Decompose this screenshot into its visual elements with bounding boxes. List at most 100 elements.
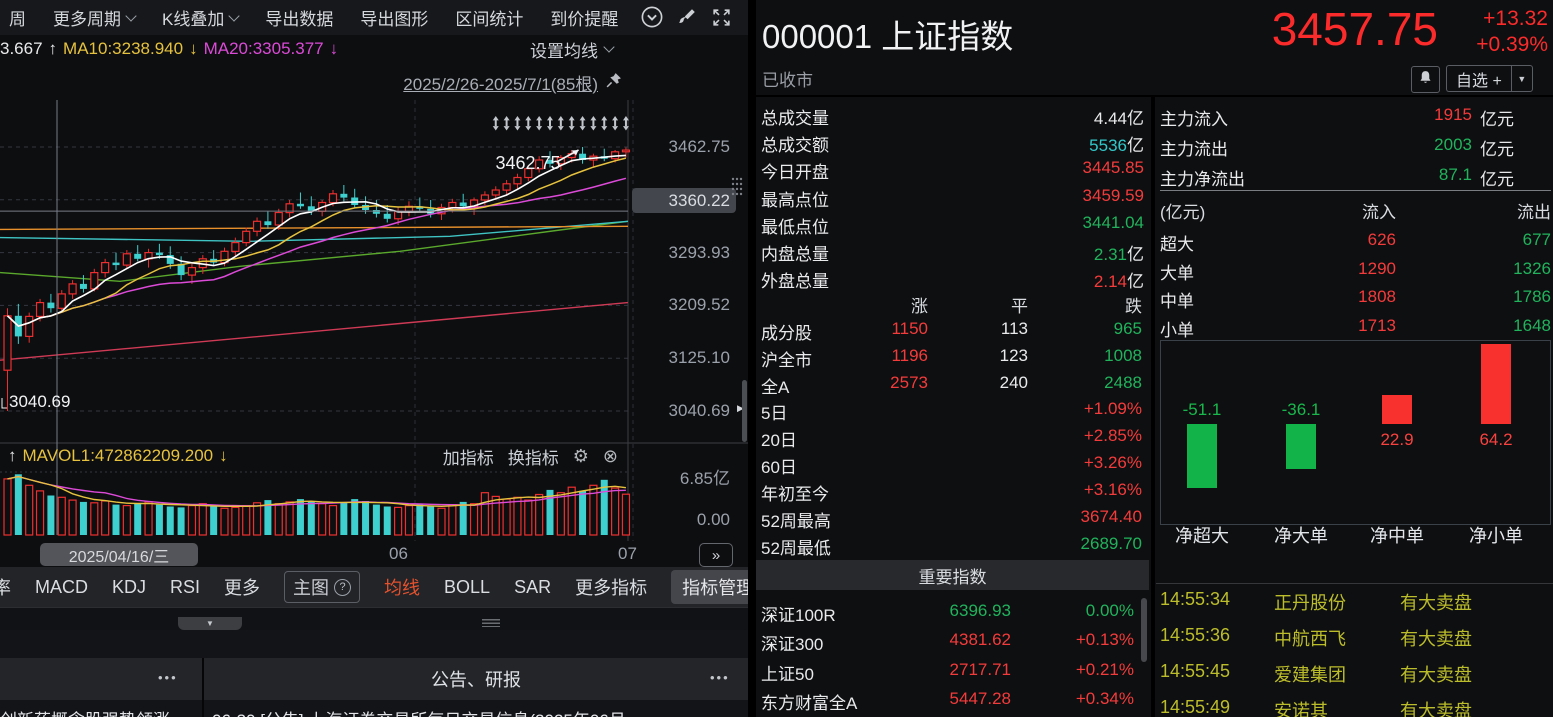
updown-up-count: 2573 (828, 373, 928, 393)
stat-label: 内盘总量 (761, 240, 829, 265)
tab-label: SAR (514, 577, 551, 597)
perf-label: 20日 (761, 426, 797, 451)
ticker-stock-name: 中航西飞 (1274, 625, 1346, 651)
toolbar-item-5[interactable]: 区间统计 (455, 5, 523, 30)
tab-KDJ[interactable]: KDJ (112, 577, 146, 598)
volume-header-row: ↑ MAVOL1:472862209.200 ↓ (0, 443, 748, 469)
net-bar-value: 22.9 (1362, 430, 1432, 450)
updown-header: 平 (928, 292, 1028, 317)
date-range-row: 2025/2/26-2025/7/1(85根) (330, 70, 622, 95)
indices-scrollbar-thumb[interactable] (1141, 598, 1147, 662)
tab-label: 更多指标 (575, 578, 647, 598)
flowtable-in-value: 1290 (1296, 259, 1396, 279)
tab-label: MACD (35, 577, 88, 597)
ma10-value: MA10:3238.940 (63, 39, 183, 59)
expand-icon[interactable] (711, 7, 732, 33)
flow-value: 1915 (1372, 105, 1472, 125)
add-watchlist-button[interactable]: 自选 + (1446, 65, 1511, 92)
ticker-time: 14:55:34 (1160, 589, 1230, 610)
chart-section: 周更多周期K线叠加导出数据导出图形区间统计到价提醒 3.667 ↑ MA10:3… (0, 0, 748, 717)
svg-text:3462.75: 3462.75 (495, 153, 560, 173)
toolbar-icons (641, 6, 732, 33)
pane-splitter-grip-icon[interactable] (730, 176, 744, 203)
stat-unit: 亿 (1127, 136, 1144, 155)
tab-MACD[interactable]: MACD (35, 577, 88, 598)
help-icon[interactable]: ? (334, 579, 351, 596)
index-name: 上证50 (761, 660, 814, 685)
toolbar-item-6[interactable]: 到价提醒 (550, 5, 618, 30)
index-pct: 0.00% (1034, 601, 1134, 621)
flows-divider (1160, 190, 1551, 191)
vol-arrow-up-icon: ↑ (8, 446, 17, 466)
stat-label: 今日开盘 (761, 158, 829, 183)
toolbar-item-4[interactable]: 导出图形 (360, 5, 428, 30)
updown-flat-count: 240 (928, 373, 1028, 393)
close-circle-icon[interactable]: ⊗ (603, 447, 618, 465)
ticker-time: 14:55:49 (1160, 697, 1230, 717)
flow-label: 主力流入 (1160, 105, 1228, 130)
tab-RSI[interactable]: RSI (170, 577, 200, 598)
toolbar-item-1[interactable]: 更多周期 (53, 5, 135, 30)
stat-value: 5536亿 (944, 131, 1144, 156)
tab-率[interactable]: 率 (0, 574, 11, 600)
updown-flat-count: 113 (928, 319, 1028, 339)
flow-unit: 亿元 (1480, 105, 1526, 130)
stat-label: 最高点位 (761, 186, 829, 211)
alert-bell-button[interactable] (1411, 66, 1440, 93)
stat-number: 5536 (1089, 136, 1127, 155)
toolbar-item-3[interactable]: 导出数据 (265, 5, 333, 30)
left-panel-more-icon[interactable]: ••• (158, 670, 178, 685)
flowtable-out-value: 677 (1451, 230, 1551, 250)
ticker-tag: 有大卖盘 (1400, 589, 1472, 615)
mavol-value: MAVOL1:472862209.200 (23, 446, 214, 466)
kline-chart[interactable]: 3462.753040.69 (0, 100, 748, 567)
vol-arrow-down-icon: ↓ (219, 446, 228, 466)
axis-scrollbar-thumb[interactable] (742, 380, 747, 442)
right-panel-more-icon[interactable]: ••• (710, 670, 730, 685)
date-range-link[interactable]: 2025/2/26-2025/7/1(85根) (403, 70, 598, 95)
toolbar-item-2[interactable]: K线叠加 (162, 5, 238, 30)
stat-value: 3459.59 (944, 186, 1144, 206)
add-indicator-button[interactable]: 加指标 (443, 444, 494, 469)
net-bar-positive (1481, 344, 1511, 424)
tab-更多指标[interactable]: 更多指标 (575, 574, 647, 600)
toolbar-item-label: 导出数据 (265, 5, 333, 30)
ma5-arrow-icon: ↑ (49, 39, 58, 59)
tab-SAR[interactable]: SAR (514, 577, 551, 598)
index-value: 4381.62 (911, 630, 1011, 650)
toolbar-item-0[interactable]: 周 (9, 5, 26, 30)
tab-更多[interactable]: 更多 (224, 574, 260, 600)
stat-label: 最低点位 (761, 213, 829, 238)
updown-up-count: 1196 (828, 346, 928, 366)
tab-均线[interactable]: 均线 (384, 574, 420, 600)
hot-topic-item[interactable]: 创新药概念股强势领涨 (0, 706, 170, 717)
stat-number: 3459.59 (1083, 186, 1144, 205)
symbol-title: 000001 上证指数 (762, 10, 1013, 58)
brush-icon[interactable] (677, 7, 697, 32)
stat-unit: 亿 (1127, 245, 1144, 264)
change-value: +13.32 (1448, 6, 1548, 32)
switch-indicator-button[interactable]: 换指标 (508, 444, 559, 469)
tab-BOLL[interactable]: BOLL (444, 577, 490, 598)
pin-icon[interactable] (605, 72, 622, 94)
perf-label: 52周最低 (761, 534, 831, 559)
circle-chevron-down-icon[interactable] (641, 6, 663, 33)
stat-number: 4.44 (1094, 109, 1127, 128)
ma-settings-button[interactable]: 设置均线 (530, 35, 613, 63)
ma10-arrow-icon: ↓ (189, 39, 198, 59)
net-bar-positive (1382, 395, 1412, 424)
net-bar-value: -51.1 (1167, 400, 1237, 420)
flowtable-out-value: 1326 (1451, 259, 1551, 279)
tab-主图[interactable]: 主图? (284, 571, 360, 603)
announcement-item[interactable]: 06-30 [公告] 上海证券交易所每日交易信息(2025年06月 (212, 706, 626, 717)
watchlist-dropdown-button[interactable]: ▼ (1511, 65, 1533, 92)
scroll-right-button[interactable]: » (699, 543, 733, 567)
stat-value: 3441.04 (944, 213, 1144, 233)
flowtable-out-header: 流出 (1451, 198, 1551, 223)
collapse-handle-button[interactable]: ▼ (178, 617, 242, 630)
drag-grip-icon[interactable] (482, 619, 500, 627)
gear-icon[interactable]: ⚙ (573, 447, 589, 465)
news-panels: ••• 公告、研报 ••• 创新药概念股强势领涨 06-30 [公告] 上海证券… (0, 630, 748, 717)
collapse-strip: ▼ (0, 607, 748, 631)
tab-指标管理[interactable]: 指标管理 (671, 570, 748, 604)
